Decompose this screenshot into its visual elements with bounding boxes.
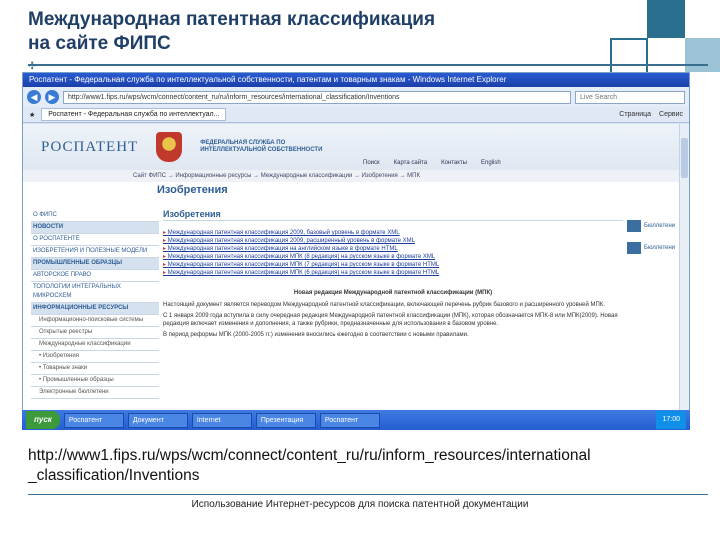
top-link[interactable]: English bbox=[481, 160, 501, 166]
window-titlebar: Роспатент - Федеральная служба по интелл… bbox=[23, 73, 689, 87]
classification-link[interactable]: Международная патентная классификация 20… bbox=[163, 229, 623, 237]
taskbar: пуск Роспатент Документ Internet Презент… bbox=[22, 410, 690, 430]
emblem-icon bbox=[156, 132, 183, 162]
agency-name: ФЕДЕРАЛЬНАЯ СЛУЖБА ПО ИНТЕЛЛЕКТУАЛЬНОЙ С… bbox=[200, 140, 323, 153]
decorative-square-light bbox=[685, 38, 720, 72]
top-links: Поиск Карта сайта Контакты English bbox=[363, 160, 501, 166]
taskbar-item[interactable]: Документ bbox=[127, 412, 188, 428]
sidebar-menu-item[interactable]: Открытые реестры bbox=[31, 327, 159, 339]
bulletin-link[interactable]: Бюллетени bbox=[627, 242, 677, 254]
sidebar-menu-item[interactable]: ТОПОЛОГИИ ИНТЕГРАЛЬНЫХ МИКРОСХЕМ bbox=[31, 282, 159, 303]
url-caption: http://www1.fips.ru/wps/wcm/connect/cont… bbox=[28, 446, 698, 486]
decorative-square bbox=[647, 0, 685, 38]
sidebar-menu-item[interactable]: АВТОРСКОЕ ПРАВО bbox=[31, 270, 159, 282]
back-arrow-icon[interactable]: ◀ bbox=[27, 90, 41, 104]
forward-arrow-icon[interactable]: ▶ bbox=[45, 90, 59, 104]
bulletin-icon bbox=[627, 220, 641, 232]
classification-link[interactable]: Международная патентная классификация на… bbox=[163, 245, 623, 253]
site-header: РОСПАТЕНТ ФЕДЕРАЛЬНАЯ СЛУЖБА ПО ИНТЕЛЛЕК… bbox=[23, 124, 681, 170]
sidebar-menu-item[interactable]: Международные классификации bbox=[31, 339, 159, 351]
top-link[interactable]: Карта сайта bbox=[394, 160, 427, 166]
bulletin-icon bbox=[627, 242, 641, 254]
content-heading: Изобретения bbox=[163, 210, 623, 221]
url-line1: http://www1.fips.ru/wps/wcm/connect/cont… bbox=[28, 447, 591, 464]
page-viewport: РОСПАТЕНТ ФЕДЕРАЛЬНАЯ СЛУЖБА ПО ИНТЕЛЛЕК… bbox=[23, 124, 681, 417]
classification-link[interactable]: Международная патентная классификация МП… bbox=[163, 269, 623, 277]
sidebar-menu-item[interactable]: ПРОМЫШЛЕННЫЕ ОБРАЗЦЫ bbox=[31, 258, 159, 270]
section-title: Изобретения bbox=[157, 184, 228, 196]
start-button[interactable]: пуск bbox=[26, 411, 60, 429]
slide-footer: Использование Интернет-ресурсов для поис… bbox=[191, 499, 529, 510]
content-paragraph: С 1 января 2009 года вступила в силу оче… bbox=[163, 313, 618, 327]
slide-title-line2: на сайте ФИПС bbox=[28, 33, 171, 54]
classification-link[interactable]: Международная патентная классификация 20… bbox=[163, 237, 623, 245]
content-paragraph: Настоящий документ является переводом Ме… bbox=[163, 302, 605, 308]
tab-bar: ★ Роспатент - Федеральная служба по инте… bbox=[23, 107, 689, 123]
sidebar-menu-item[interactable]: ИНФОРМАЦИОННЫЕ РЕСУРСЫ bbox=[31, 303, 159, 315]
decorative-square-outline bbox=[610, 38, 648, 76]
main-content: Изобретения Международная патентная клас… bbox=[163, 210, 623, 342]
sidebar-menu-item[interactable]: ИЗОБРЕТЕНИЯ И ПОЛЕЗНЫЕ МОДЕЛИ bbox=[31, 246, 159, 258]
taskbar-item[interactable]: Internet bbox=[191, 412, 252, 428]
taskbar-item[interactable]: Презентация bbox=[255, 412, 316, 428]
sidebar-menu-item[interactable]: Информационно-поисковые системы bbox=[31, 315, 159, 327]
content-paragraph: В период реформы МПК (2000-2005 гг.) изм… bbox=[163, 332, 469, 338]
paragraph-title: Новая редакция Международной патентной к… bbox=[293, 290, 493, 296]
sidebar-menu-item[interactable]: • Изобретения bbox=[31, 351, 159, 363]
tab-rospatent[interactable]: Роспатент - Федеральная служба по интелл… bbox=[41, 108, 227, 121]
left-menu: О ФИПС НОВОСТИ О РОСПАТЕНТЕ ИЗОБРЕТЕНИЯ И П… bbox=[31, 210, 159, 399]
page-menu[interactable]: Страница bbox=[619, 111, 651, 118]
classification-link[interactable]: Международная патентная классификация МП… bbox=[163, 253, 623, 261]
scroll-thumb[interactable] bbox=[681, 138, 688, 178]
title-divider bbox=[28, 64, 708, 66]
navigation-bar: ◀ ▶ http://www1.fips.ru/wps/wcm/connect/… bbox=[23, 87, 689, 107]
tools-menu[interactable]: Сервис bbox=[659, 111, 683, 118]
toolbar-tools: Страница Сервис bbox=[619, 111, 683, 118]
search-input[interactable]: Live Search bbox=[575, 90, 685, 104]
site-logo[interactable]: РОСПАТЕНТ bbox=[41, 139, 138, 156]
url-line2: _classification/Inventions bbox=[28, 467, 200, 484]
right-icons: Бюллетени Бюллетени bbox=[627, 220, 677, 264]
footer-divider bbox=[28, 494, 708, 495]
taskbar-clock: 17:00 bbox=[656, 411, 686, 429]
slide-title-line1: Международная патентная классификация bbox=[28, 9, 436, 30]
star-icon[interactable]: ★ bbox=[29, 111, 35, 119]
sidebar-menu-item[interactable]: О ФИПС bbox=[31, 210, 159, 222]
breadcrumb[interactable]: Сайт ФИПС → Информационные ресурсы → Меж… bbox=[23, 170, 681, 182]
top-link[interactable]: Контакты bbox=[441, 160, 467, 166]
sidebar-menu-item[interactable]: Электронные бюллетени bbox=[31, 387, 159, 399]
sidebar-menu-item[interactable]: НОВОСТИ bbox=[31, 222, 159, 234]
classification-link[interactable]: Международная патентная классификация МП… bbox=[163, 261, 623, 269]
paragraphs: Настоящий документ является переводом Ме… bbox=[163, 301, 623, 339]
vertical-scrollbar[interactable] bbox=[679, 124, 689, 417]
sidebar-menu-item[interactable]: О РОСПАТЕНТЕ bbox=[31, 234, 159, 246]
bulletin-link[interactable]: Бюллетени bbox=[627, 220, 677, 232]
sidebar-menu-item[interactable]: • Товарные знаки bbox=[31, 363, 159, 375]
plus-icon: ✣ bbox=[28, 61, 37, 72]
browser-window: Роспатент - Федеральная служба по интелл… bbox=[22, 72, 690, 430]
top-link[interactable]: Поиск bbox=[363, 160, 380, 166]
classification-links: Международная патентная классификация 20… bbox=[163, 229, 623, 277]
slide-title: Международная патентная классификация на… bbox=[28, 8, 628, 56]
address-bar[interactable]: http://www1.fips.ru/wps/wcm/connect/cont… bbox=[63, 90, 571, 104]
taskbar-item[interactable]: Роспатент bbox=[63, 412, 124, 428]
taskbar-item[interactable]: Роспатент bbox=[319, 412, 380, 428]
sidebar-menu-item[interactable]: • Промышленные образцы bbox=[31, 375, 159, 387]
